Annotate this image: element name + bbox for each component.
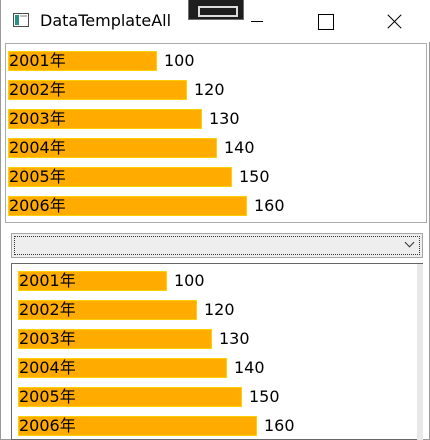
value-label: 120 bbox=[204, 300, 235, 319]
value-label: 140 bbox=[234, 358, 265, 377]
year-label: 2004年 bbox=[19, 358, 76, 377]
title-bar[interactable]: DataTemplateAll bbox=[1, 0, 430, 42]
value-label: 130 bbox=[209, 109, 240, 128]
year-value-listbox[interactable]: 2001年 100 2002年 120 2003年 130 2004年 140 … bbox=[5, 43, 427, 223]
year-label: 2003年 bbox=[19, 329, 76, 348]
window-title: DataTemplateAll bbox=[40, 11, 172, 30]
year-label: 2002年 bbox=[19, 300, 76, 319]
value-label: 160 bbox=[264, 416, 295, 435]
main-window: DataTemplateAll 2001年 100 2002年 120 2003… bbox=[0, 0, 430, 440]
value-label: 160 bbox=[254, 196, 285, 215]
maximize-button[interactable] bbox=[301, 0, 347, 42]
combobox-dropdown[interactable]: 2001年 100 2002年 120 2003年 130 2004年 140 … bbox=[11, 263, 423, 440]
app-window-icon bbox=[13, 13, 29, 27]
year-label: 2005年 bbox=[19, 387, 76, 406]
value-label: 120 bbox=[194, 80, 225, 99]
chevron-down-icon[interactable] bbox=[403, 239, 417, 251]
year-label: 2006年 bbox=[9, 196, 66, 215]
year-label: 2001年 bbox=[19, 271, 76, 290]
minimize-button[interactable] bbox=[234, 0, 280, 42]
dropdown-scrollbar[interactable] bbox=[417, 264, 423, 440]
value-label: 100 bbox=[164, 51, 195, 70]
value-label: 140 bbox=[224, 138, 255, 157]
year-label: 2002年 bbox=[9, 80, 66, 99]
combobox-focus-rect bbox=[14, 236, 420, 255]
year-label: 2004年 bbox=[9, 138, 66, 157]
year-label: 2006年 bbox=[19, 416, 76, 435]
year-combobox[interactable] bbox=[11, 233, 423, 258]
year-label: 2001年 bbox=[9, 51, 66, 70]
value-label: 100 bbox=[174, 271, 205, 290]
close-button[interactable] bbox=[371, 0, 417, 42]
value-label: 150 bbox=[249, 387, 280, 406]
year-label: 2005年 bbox=[9, 167, 66, 186]
year-label: 2003年 bbox=[9, 109, 66, 128]
value-label: 150 bbox=[239, 167, 270, 186]
value-label: 130 bbox=[219, 329, 250, 348]
